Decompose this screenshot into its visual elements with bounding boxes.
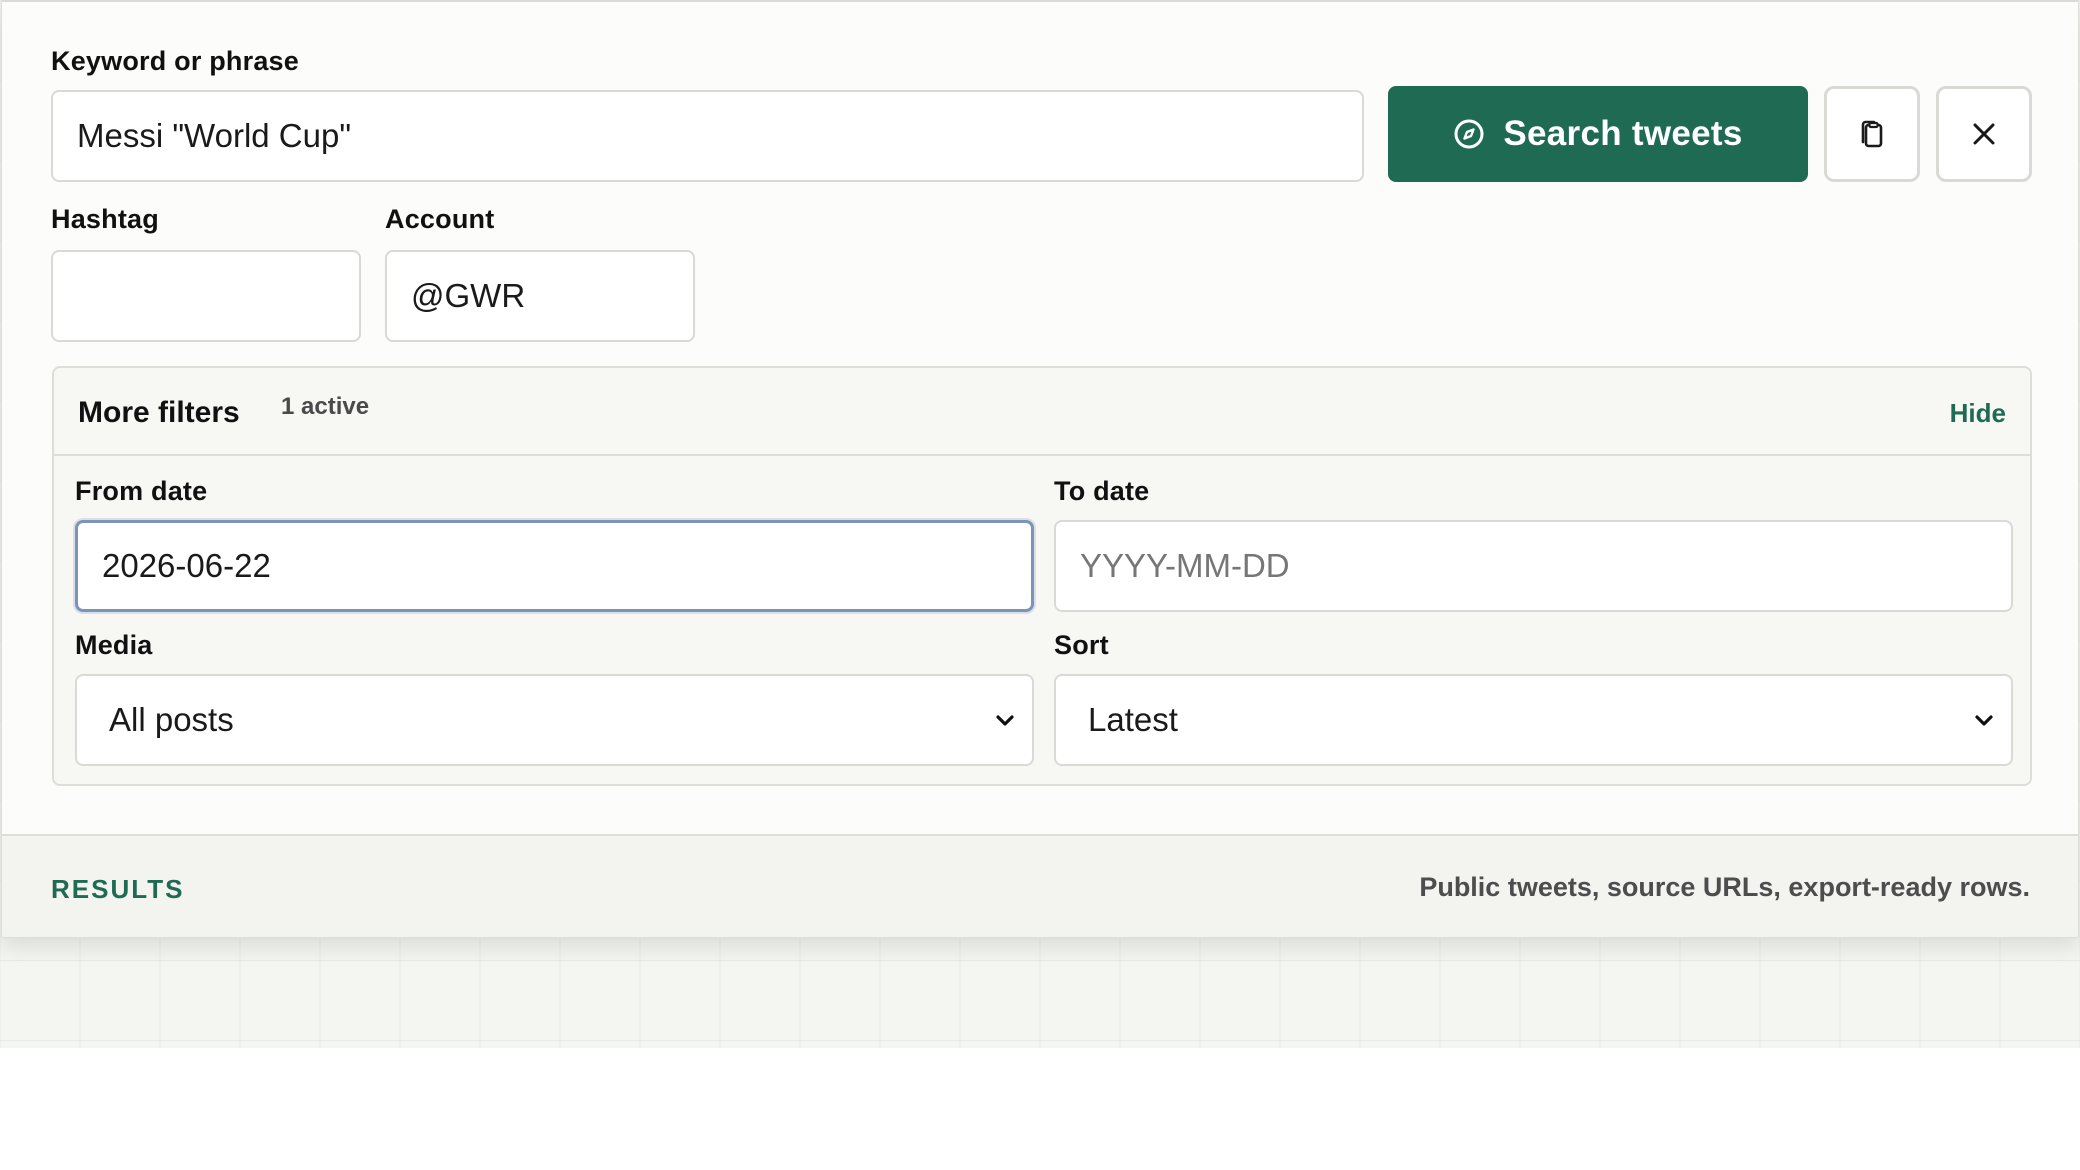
hashtag-label: Hashtag	[51, 204, 159, 234]
from-date-label: From date	[75, 476, 208, 506]
more-filters-panel: More filters 1 active Hide From date To …	[52, 366, 2032, 786]
clear-button[interactable]	[1936, 86, 2032, 182]
from-date-input[interactable]	[75, 520, 1034, 612]
results-description: Public tweets, source URLs, export-ready…	[1419, 872, 2030, 902]
search-tweets-label: Search tweets	[1503, 114, 1743, 153]
sort-selected-value: Latest	[1088, 701, 1178, 738]
active-filters-badge: 1 active	[281, 393, 370, 420]
to-date-input[interactable]	[1054, 520, 2013, 612]
sort-label: Sort	[1054, 630, 1109, 660]
results-bar: RESULTS Public tweets, source URLs, expo…	[2, 834, 2078, 937]
media-select[interactable]: All posts	[75, 674, 1034, 766]
close-icon	[1970, 120, 1998, 148]
search-tweets-button[interactable]: Search tweets	[1388, 86, 1808, 182]
account-input[interactable]	[385, 250, 695, 342]
more-filters-header[interactable]: More filters 1 active Hide	[54, 368, 2030, 456]
chevron-down-icon	[994, 709, 1016, 731]
copy-button[interactable]	[1824, 86, 1920, 182]
copy-icon	[1855, 117, 1889, 151]
hashtag-input[interactable]	[51, 250, 361, 342]
media-selected-value: All posts	[109, 701, 234, 738]
keyword-input[interactable]	[51, 90, 1364, 182]
media-label: Media	[75, 630, 153, 660]
keyword-label: Keyword or phrase	[51, 46, 299, 76]
account-label: Account	[385, 204, 495, 234]
hide-filters-link[interactable]: Hide	[1950, 398, 2006, 429]
to-date-label: To date	[1054, 476, 1150, 506]
more-filters-title: More filters	[78, 396, 240, 429]
compass-icon	[1453, 118, 1485, 150]
search-panel: Keyword or phrase Search tweets Hashtag	[1, 0, 2079, 938]
results-heading: RESULTS	[51, 874, 185, 904]
sort-select[interactable]: Latest	[1054, 674, 2013, 766]
chevron-down-icon	[1973, 709, 1995, 731]
